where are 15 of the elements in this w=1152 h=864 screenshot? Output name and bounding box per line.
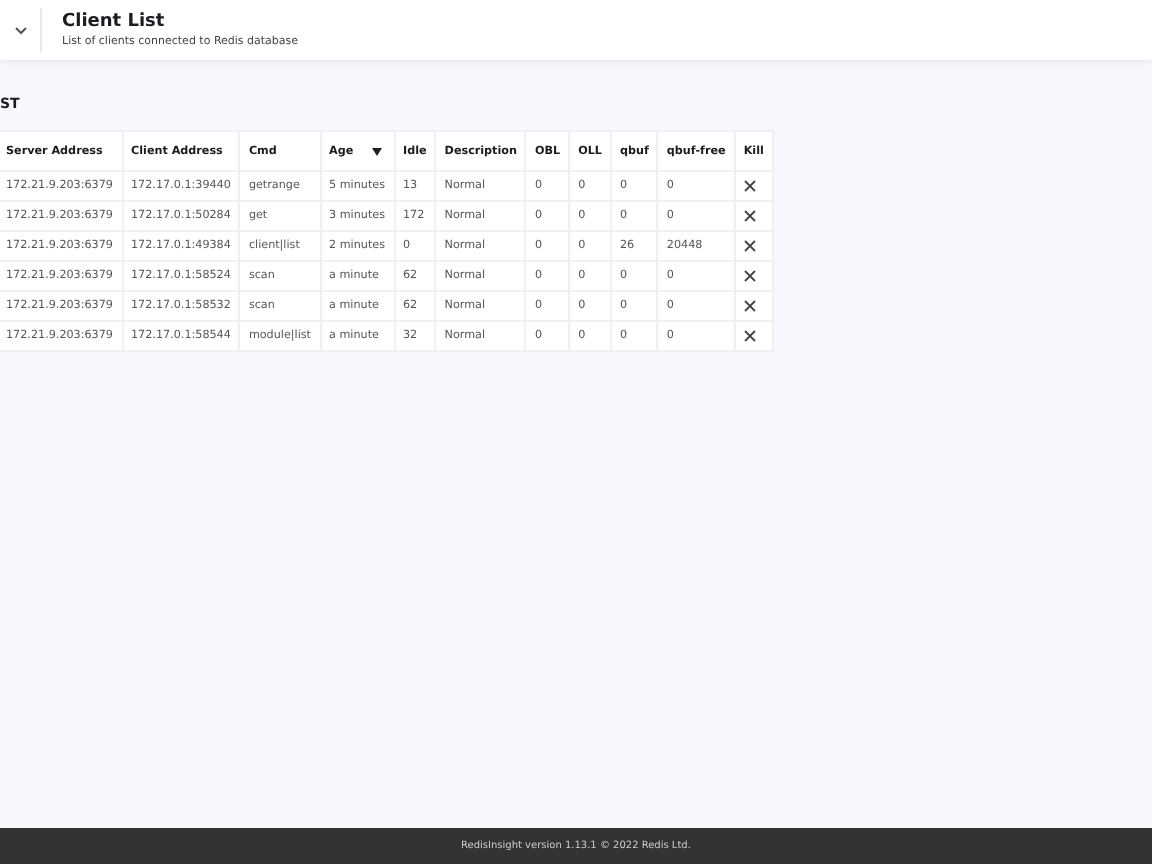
kill-button[interactable] (743, 180, 756, 192)
kill-button[interactable] (743, 210, 756, 222)
page-title: Client List (62, 12, 167, 32)
kill-button[interactable] (743, 240, 756, 252)
kill-button[interactable] (743, 330, 756, 342)
close-icon (743, 300, 756, 312)
close-icon (743, 180, 756, 192)
close-icon (743, 210, 756, 222)
close-icon (743, 270, 756, 282)
kill-button[interactable] (743, 270, 756, 282)
chevron-down-icon[interactable] (13, 25, 27, 35)
close-icon (743, 330, 756, 342)
sort-caret-icon (371, 147, 382, 155)
kill-button[interactable] (743, 300, 756, 312)
close-icon (743, 240, 756, 252)
